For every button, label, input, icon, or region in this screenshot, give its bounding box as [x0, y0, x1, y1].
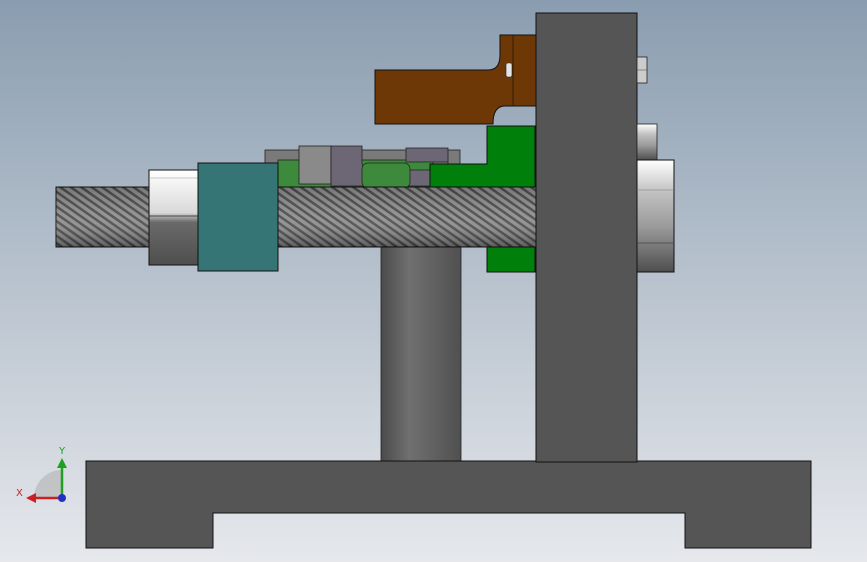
cad-viewport[interactable]: Y X	[0, 0, 867, 562]
brown-arm-slot	[505, 62, 513, 78]
clamp-block-gray[interactable]	[298, 145, 332, 185]
z-axis-dot	[58, 494, 66, 502]
y-axis-label: Y	[58, 446, 66, 457]
support-column[interactable]	[380, 239, 462, 463]
x-axis-label: X	[16, 488, 23, 499]
left-hex-nut[interactable]	[148, 169, 200, 266]
threaded-rod[interactable]	[55, 186, 542, 248]
teal-block[interactable]	[197, 162, 279, 272]
clamp-green-pad[interactable]	[361, 162, 411, 189]
assembly-scene[interactable]: Y X	[0, 0, 867, 562]
vertical-plate[interactable]	[535, 12, 638, 463]
small-bolt-top[interactable]	[636, 56, 648, 84]
